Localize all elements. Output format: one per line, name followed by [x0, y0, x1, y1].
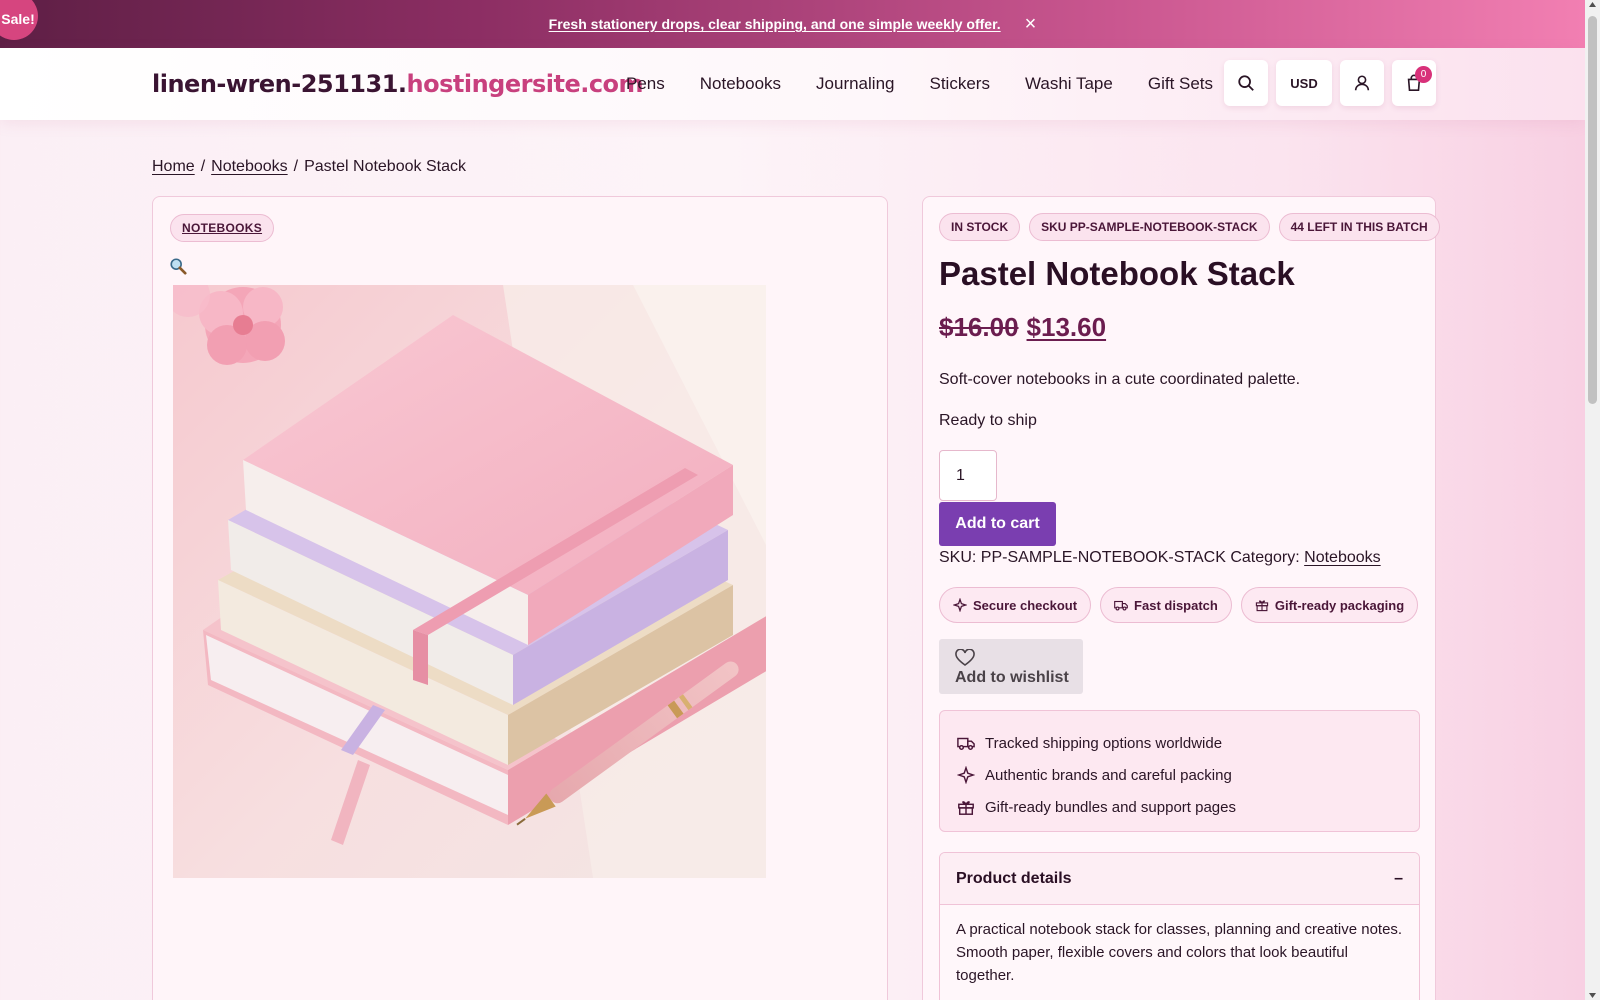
- announcement-link[interactable]: Fresh stationery drops, clear shipping, …: [549, 16, 1001, 32]
- sku-label: SKU:: [939, 549, 977, 566]
- perk-item: Gift-ready bundles and support pages: [957, 791, 1419, 823]
- scroll-down-arrow-icon[interactable]: [1585, 985, 1600, 1000]
- product-title: Pastel Notebook Stack: [939, 255, 1295, 292]
- main-nav: Pens Notebooks Journaling Stickers Washi…: [626, 74, 1248, 94]
- user-icon: [1354, 75, 1370, 91]
- product-details-accordion: Product details – A practical notebook s…: [939, 852, 1420, 1000]
- category-pill[interactable]: NOTEBOOKS: [170, 214, 275, 242]
- add-to-cart-button[interactable]: Add to cart: [939, 502, 1056, 546]
- logo-domain-part: linen-wren-251131.: [152, 70, 407, 98]
- nav-item-stickers[interactable]: Stickers: [929, 74, 989, 94]
- accordion-header[interactable]: Product details –: [940, 853, 1419, 905]
- trust-label: Secure checkout: [973, 597, 1078, 613]
- currency-selector[interactable]: USD: [1276, 60, 1332, 106]
- breadcrumb-current: Pastel Notebook Stack: [304, 158, 466, 175]
- sku-badge: SKU PP-SAMPLE-NOTEBOOK-STACK: [1029, 213, 1270, 241]
- perk-label: Authentic brands and careful packing: [985, 766, 1232, 784]
- nav-item-pens[interactable]: Pens: [626, 74, 665, 94]
- product-price: $16.00 $13.60: [939, 312, 1106, 343]
- trust-secure-checkout: Secure checkout: [939, 587, 1092, 623]
- collapse-icon[interactable]: –: [1394, 870, 1403, 888]
- product-summary: IN STOCK SKU PP-SAMPLE-NOTEBOOK-STACK 44…: [922, 196, 1440, 1000]
- nav-item-notebooks[interactable]: Notebooks: [700, 74, 781, 94]
- perks-box: Tracked shipping options worldwide Authe…: [939, 710, 1420, 832]
- logo-host-part: hostingersite.com: [406, 70, 644, 98]
- trust-label: Fast dispatch: [1134, 597, 1218, 613]
- short-description: Soft-cover notebooks in a cute coordinat…: [939, 371, 1301, 388]
- product-image[interactable]: [173, 285, 766, 878]
- stock-badge: IN STOCK: [939, 213, 1021, 241]
- trust-pills: Secure checkout Fast dispatch Gift-ready…: [939, 587, 1419, 623]
- nav-item-gift-sets[interactable]: Gift Sets: [1148, 74, 1213, 94]
- cart-count-badge: 0: [1415, 66, 1432, 83]
- heart-icon: [955, 649, 975, 666]
- stock-status: Ready to ship: [939, 412, 1037, 429]
- quantity-input[interactable]: [939, 450, 997, 501]
- scroll-up-arrow-icon[interactable]: [1585, 0, 1600, 15]
- sparkle-icon: [953, 598, 967, 612]
- search-icon: [1238, 75, 1254, 91]
- truck-icon: [1114, 600, 1128, 611]
- batch-badge: 44 LEFT IN THIS BATCH: [1278, 213, 1440, 241]
- sparkle-icon: [957, 766, 975, 784]
- nav-item-journaling[interactable]: Journaling: [816, 74, 894, 94]
- product-meta: SKU: PP-SAMPLE-NOTEBOOK-STACK Category: …: [939, 549, 1381, 567]
- breadcrumb-separator: /: [293, 158, 299, 175]
- perk-label: Tracked shipping options worldwide: [985, 734, 1223, 752]
- site-logo[interactable]: linen-wren-251131.hostingersite.com: [152, 70, 644, 98]
- trust-gift-packaging: Gift-ready packaging: [1240, 587, 1419, 623]
- product-badges: IN STOCK SKU PP-SAMPLE-NOTEBOOK-STACK 44…: [939, 213, 1440, 241]
- original-price: $16.00: [939, 312, 1019, 342]
- wishlist-label: Add to wishlist: [955, 669, 1069, 686]
- site-header: linen-wren-251131.hostingersite.com Pens…: [0, 48, 1585, 120]
- magnifier-icon[interactable]: [169, 257, 187, 275]
- gift-icon: [1255, 600, 1269, 612]
- trust-label: Gift-ready packaging: [1274, 597, 1405, 613]
- perk-item: Tracked shipping options worldwide: [957, 727, 1419, 759]
- breadcrumb-home[interactable]: Home: [152, 158, 195, 175]
- accordion-title: Product details: [956, 869, 1072, 887]
- close-icon[interactable]: ×: [1025, 14, 1037, 34]
- cart-button[interactable]: 0: [1392, 60, 1436, 106]
- gift-icon: [958, 801, 974, 815]
- perk-item: Authentic brands and careful packing: [957, 759, 1419, 791]
- scrollbar-thumb[interactable]: [1588, 16, 1597, 404]
- product-gallery: NOTEBOOKS: [152, 196, 888, 1000]
- trust-fast-dispatch: Fast dispatch: [1100, 587, 1232, 623]
- truck-icon: [957, 737, 975, 751]
- breadcrumb-separator: /: [200, 158, 206, 175]
- search-button[interactable]: [1224, 60, 1268, 106]
- breadcrumb-category[interactable]: Notebooks: [211, 158, 288, 175]
- category-label: Category:: [1230, 549, 1300, 566]
- perk-label: Gift-ready bundles and support pages: [985, 798, 1236, 816]
- category-link[interactable]: Notebooks: [1304, 549, 1381, 566]
- page-scrollbar[interactable]: [1585, 0, 1600, 1000]
- announcement-bar: Fresh stationery drops, clear shipping, …: [0, 0, 1585, 48]
- add-to-wishlist-button[interactable]: Add to wishlist: [939, 639, 1083, 694]
- sale-price: $13.60: [1026, 312, 1107, 342]
- account-button[interactable]: [1340, 60, 1384, 106]
- accordion-body: A practical notebook stack for classes, …: [940, 905, 1419, 1000]
- sku-value: PP-SAMPLE-NOTEBOOK-STACK: [980, 549, 1226, 566]
- nav-item-washi-tape[interactable]: Washi Tape: [1025, 74, 1113, 94]
- breadcrumb: Home / Notebooks / Pastel Notebook Stack: [152, 158, 466, 176]
